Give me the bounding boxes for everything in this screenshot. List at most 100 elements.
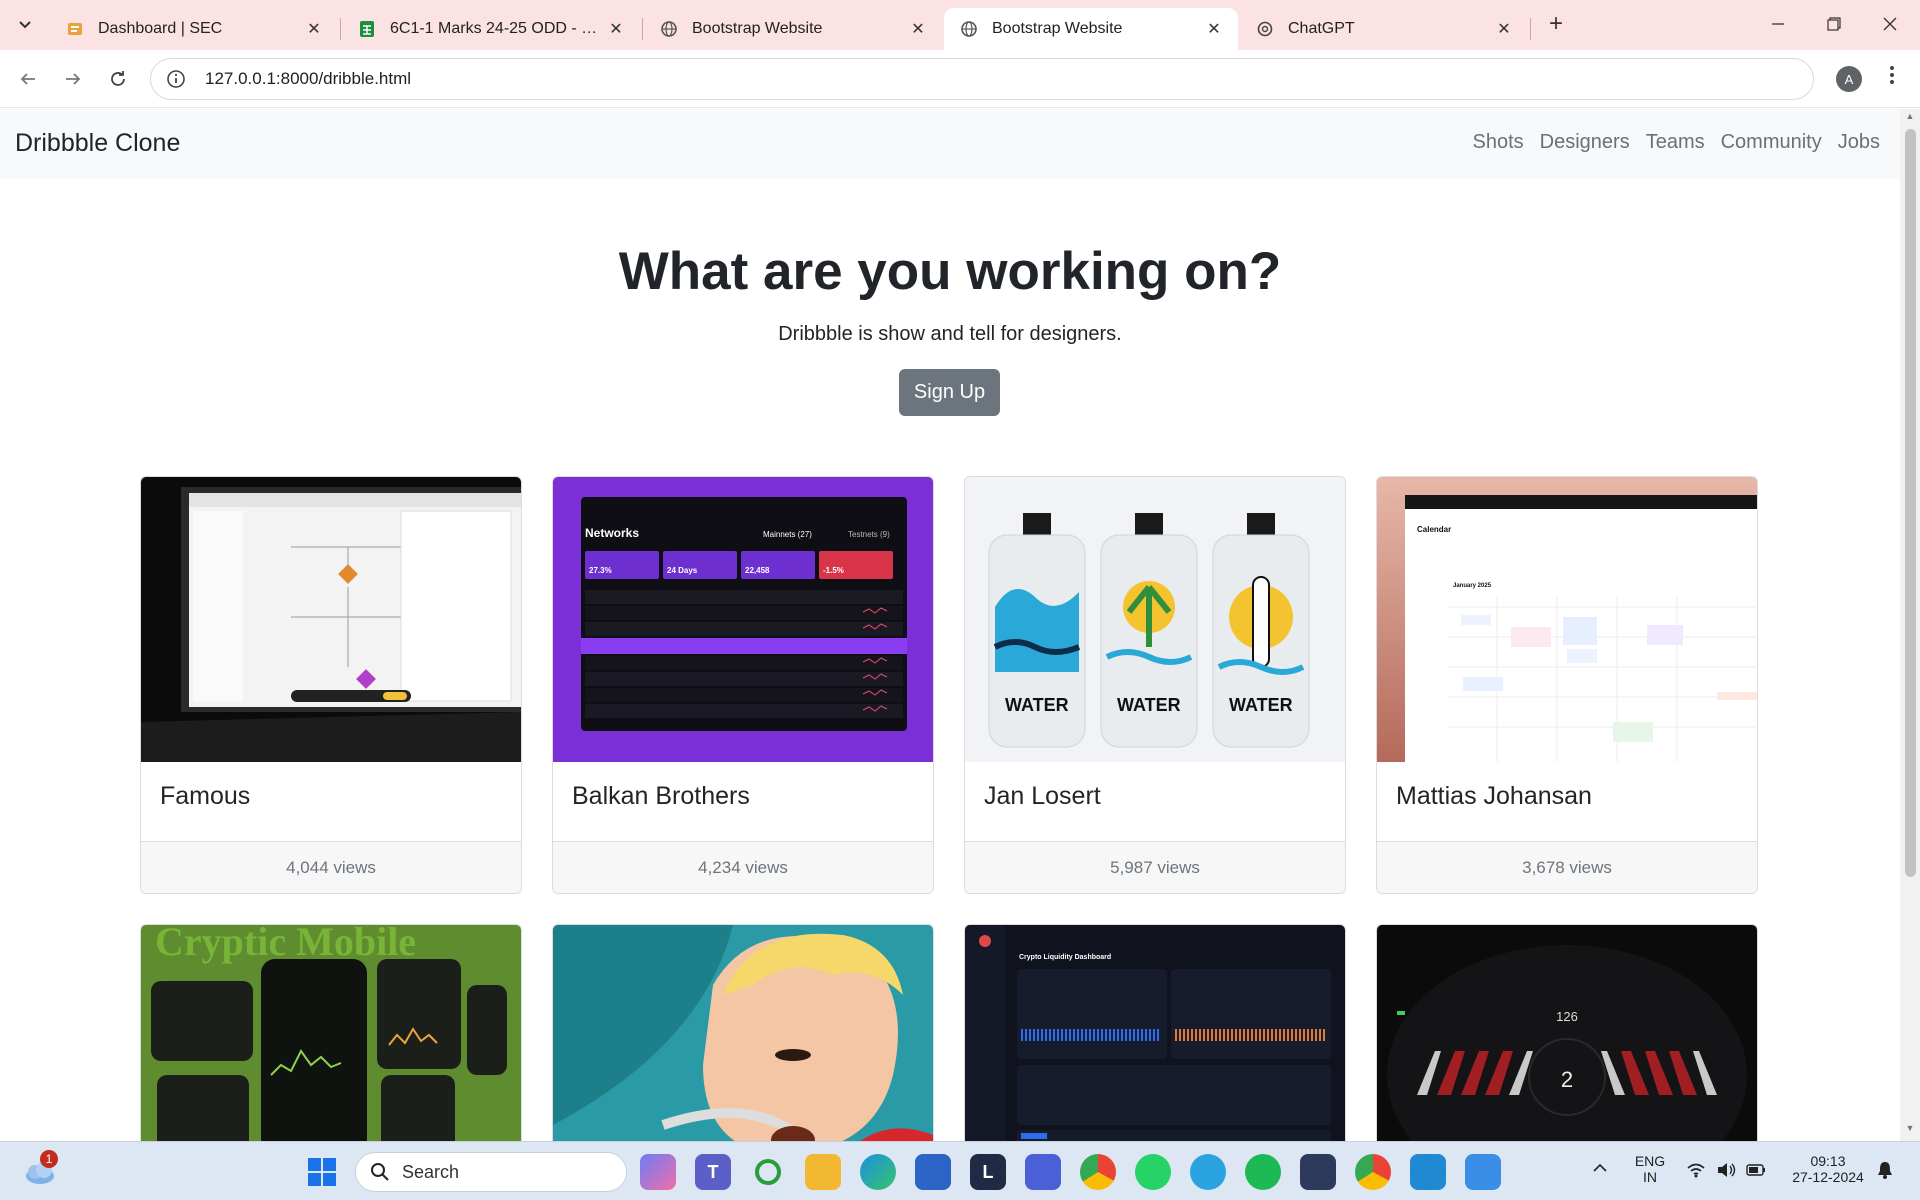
calendar-app-image: Calendar January 2025 <box>1377 477 1757 762</box>
nav-link-jobs[interactable]: Jobs <box>1830 131 1888 154</box>
shot-views: 4,234 views <box>553 841 933 893</box>
site-brand[interactable]: Dribbble Clone <box>15 129 180 158</box>
shot-card-illustration[interactable] <box>552 924 934 1141</box>
chrome-icon[interactable] <box>1080 1154 1116 1190</box>
water-label: WATER <box>1117 695 1181 715</box>
forward-button[interactable] <box>57 63 89 95</box>
copilot-icon[interactable] <box>640 1154 676 1190</box>
close-icon[interactable]: ✕ <box>606 19 626 39</box>
file-explorer-icon[interactable] <box>805 1154 841 1190</box>
nav-link-teams[interactable]: Teams <box>1638 131 1713 154</box>
stat-value: -1.5% <box>823 566 844 575</box>
page-scrollbar[interactable]: ▲ ▼ <box>1900 109 1920 1141</box>
shot-thumbnail[interactable]: Crypto Liquidity Dashboard <box>965 925 1345 1141</box>
close-window-button[interactable] <box>1862 8 1918 40</box>
scroll-down-icon[interactable]: ▼ <box>1900 1123 1920 1139</box>
shot-card-car-dashboard[interactable]: 126 2 <box>1376 924 1758 1141</box>
close-icon[interactable]: ✕ <box>1204 19 1224 39</box>
profile-avatar[interactable]: A <box>1836 66 1862 92</box>
crypto-liquidity-dashboard-image: Crypto Liquidity Dashboard <box>965 925 1345 1141</box>
shot-thumbnail[interactable]: WATER WATER WATER <box>965 477 1345 762</box>
water-label: WATER <box>1229 695 1293 715</box>
triangle-app-icon[interactable] <box>1025 1154 1061 1190</box>
chrome-active-icon[interactable] <box>1355 1154 1391 1190</box>
restore-button[interactable] <box>1806 8 1862 40</box>
close-icon[interactable]: ✕ <box>908 19 928 39</box>
notepad-icon[interactable] <box>1465 1154 1501 1190</box>
sync-app-icon[interactable] <box>750 1154 786 1190</box>
l-app-icon[interactable]: L <box>970 1154 1006 1190</box>
bookmark-sec-favicon-icon <box>66 20 84 38</box>
dark-app-icon[interactable] <box>1300 1154 1336 1190</box>
car-instrument-cluster-image: 126 2 <box>1377 925 1757 1141</box>
tab-dashboard-sec[interactable]: Dashboard | SEC ✕ <box>50 8 338 50</box>
vscode-icon[interactable] <box>1410 1154 1446 1190</box>
shot-card-mattias-johansan[interactable]: Calendar January 2025 Mattias Johansan 3… <box>1376 476 1758 894</box>
whatsapp-icon[interactable] <box>1135 1154 1171 1190</box>
tab-bootstrap-website-1[interactable]: Bootstrap Website ✕ <box>644 8 942 50</box>
shot-card-crypto-dashboard[interactable]: Crypto Liquidity Dashboard <box>964 924 1346 1141</box>
shot-thumbnail[interactable]: Networks Mainnets (27) Testnets (9) 27.3… <box>553 477 933 762</box>
shot-title: Famous <box>160 782 251 810</box>
networks-heading: Networks <box>585 526 639 540</box>
stat-value: 22,458 <box>745 566 770 575</box>
shot-thumbnail[interactable]: Cryptic Mobile <box>141 925 521 1141</box>
shot-thumbnail[interactable] <box>553 925 933 1141</box>
tab-title: Bootstrap Website <box>692 20 823 37</box>
shot-card-cryptic-mobile[interactable]: Cryptic Mobile <box>140 924 522 1141</box>
scrollbar-thumb[interactable] <box>1905 129 1916 877</box>
nav-link-shots[interactable]: Shots <box>1465 131 1532 154</box>
teams-icon[interactable]: T <box>695 1154 731 1190</box>
shot-card-balkan-brothers[interactable]: Networks Mainnets (27) Testnets (9) 27.3… <box>552 476 934 894</box>
language-code: ENG <box>1634 1153 1666 1169</box>
language-region: IN <box>1643 1169 1657 1185</box>
scroll-up-icon[interactable]: ▲ <box>1900 111 1920 127</box>
nav-link-designers[interactable]: Designers <box>1532 131 1638 154</box>
language-indicator[interactable]: ENG IN <box>1628 1153 1672 1185</box>
site-info-icon[interactable] <box>165 68 187 90</box>
minimize-button[interactable] <box>1750 8 1806 40</box>
shot-views: 5,987 views <box>965 841 1345 893</box>
microsoft-store-icon[interactable] <box>915 1154 951 1190</box>
clock[interactable]: 09:13 27-12-2024 <box>1782 1153 1874 1185</box>
close-icon[interactable]: ✕ <box>1494 19 1514 39</box>
page-viewport: Dribbble Clone Shots Designers Teams Com… <box>0 109 1920 1141</box>
sign-up-button[interactable]: Sign Up <box>899 369 1000 416</box>
more-vertical-icon <box>1890 66 1894 84</box>
notifications-bell-icon[interactable] <box>1876 1160 1894 1183</box>
shot-card-jan-losert[interactable]: WATER WATER WATER Jan Losert 5,987 views <box>964 476 1346 894</box>
taskbar-search[interactable]: Search <box>355 1152 627 1192</box>
reload-icon <box>111 71 125 86</box>
shot-card-famous[interactable]: Famous 4,044 views <box>140 476 522 894</box>
address-bar[interactable]: 127.0.0.1:8000/dribble.html <box>150 58 1814 100</box>
globe-favicon-icon <box>960 20 978 38</box>
wifi-icon[interactable] <box>1686 1162 1706 1181</box>
browser-menu-button[interactable] <box>1880 64 1904 94</box>
volume-icon[interactable] <box>1716 1162 1736 1181</box>
arrow-right-icon <box>66 73 81 85</box>
clock-time: 09:13 <box>1810 1153 1846 1169</box>
reload-button[interactable] <box>102 63 134 95</box>
hero-title: What are you working on? <box>618 242 1282 301</box>
tab-chatgpt[interactable]: ChatGPT ✕ <box>1240 8 1528 50</box>
close-icon[interactable]: ✕ <box>304 19 324 39</box>
shot-thumbnail[interactable]: 126 2 <box>1377 925 1757 1141</box>
hidden-icons-chevron-up-icon[interactable] <box>1592 1160 1608 1176</box>
restore-icon <box>1827 17 1841 31</box>
new-tab-button[interactable]: + <box>1542 12 1570 38</box>
tab-marks-sheet[interactable]: 6C1-1 Marks 24-25 ODD - Goo ✕ <box>342 8 640 50</box>
battery-icon[interactable] <box>1746 1163 1766 1180</box>
laptop-dashboard-image <box>141 477 521 762</box>
tab-bootstrap-website-2-active[interactable]: Bootstrap Website ✕ <box>944 8 1238 50</box>
tab-search-button[interactable] <box>10 12 40 38</box>
spotify-icon[interactable] <box>1245 1154 1281 1190</box>
telegram-icon[interactable] <box>1190 1154 1226 1190</box>
shot-title: Jan Losert <box>984 782 1101 810</box>
chatgpt-favicon-icon <box>1256 20 1274 38</box>
start-button[interactable] <box>304 1154 340 1190</box>
shot-thumbnail[interactable] <box>141 477 521 762</box>
edge-browser-icon[interactable] <box>860 1154 896 1190</box>
nav-link-community[interactable]: Community <box>1713 131 1830 154</box>
back-button[interactable] <box>12 63 44 95</box>
shot-thumbnail[interactable]: Calendar January 2025 <box>1377 477 1757 762</box>
